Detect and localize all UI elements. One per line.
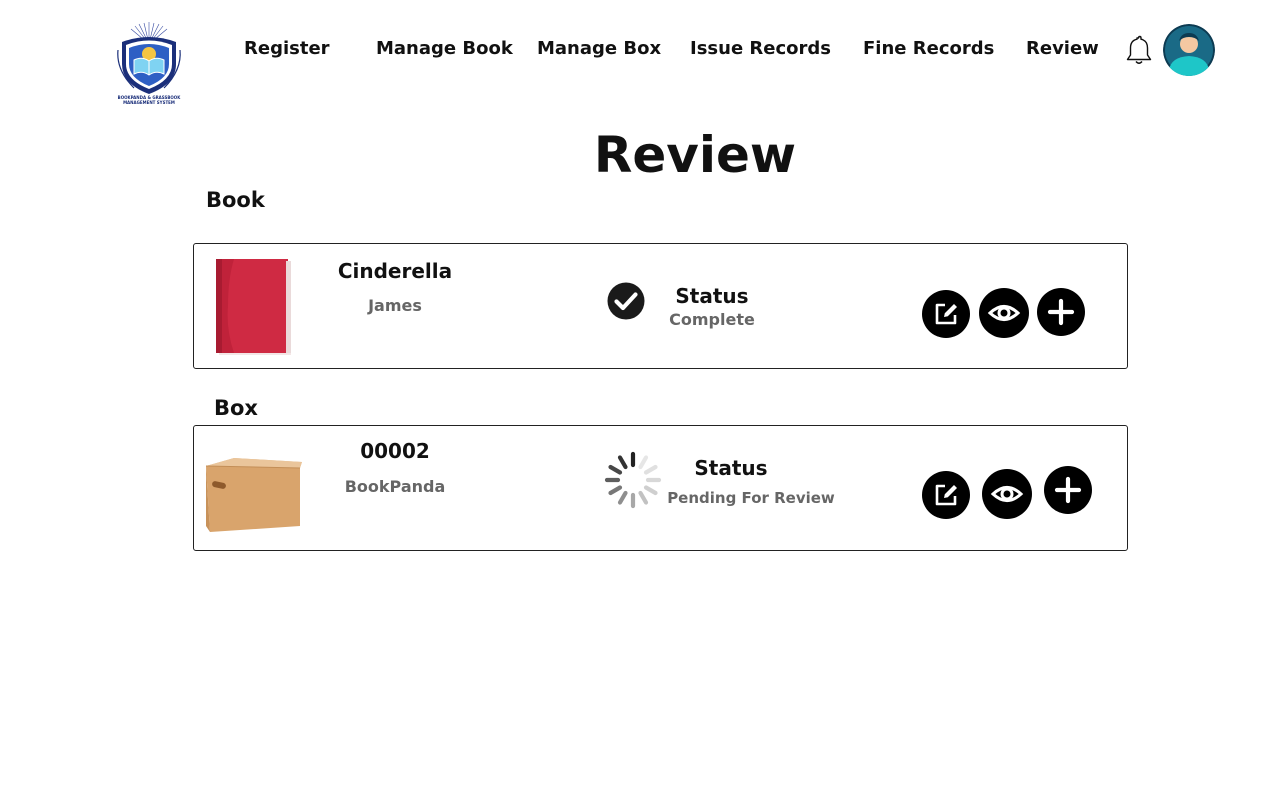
book-add-button[interactable]: [1037, 288, 1085, 336]
edit-icon: [935, 303, 957, 325]
book-edit-button[interactable]: [922, 290, 970, 338]
eye-icon: [987, 305, 1021, 321]
nav-manage-box[interactable]: Manage Box: [537, 37, 661, 61]
bell-icon[interactable]: [1125, 35, 1153, 67]
user-avatar[interactable]: [1163, 24, 1215, 76]
cardboard-box-image: [204, 456, 302, 538]
review-page: BOOKPANDA & GRASSBOOK MANAGEMENT SYSTEM …: [0, 0, 1280, 800]
app-logo[interactable]: BOOKPANDA & GRASSBOOK MANAGEMENT SYSTEM: [112, 20, 186, 108]
section-title-book: Book: [206, 188, 265, 212]
box-edit-button[interactable]: [922, 471, 970, 519]
book-author: James: [368, 296, 422, 315]
box-add-button[interactable]: [1044, 466, 1092, 514]
red-book-image: [216, 259, 294, 361]
book-review-card: Cinderella James Status Complete: [193, 243, 1128, 369]
book-status-label: Status: [675, 284, 749, 308]
section-title-box: Box: [214, 396, 258, 420]
book-status-value: Complete: [669, 310, 755, 329]
edit-icon: [935, 484, 957, 506]
plus-icon: [1054, 476, 1082, 504]
user-avatar-icon: [1163, 24, 1215, 76]
page-title: Review: [593, 126, 797, 184]
nav-manage-book[interactable]: Manage Book: [376, 37, 513, 61]
logo-caption-line2: MANAGEMENT SYSTEM: [123, 100, 175, 105]
shield-book-logo-icon: [117, 22, 181, 94]
box-review-card: 00002 BookPanda Status Pending For Revie…: [193, 425, 1128, 551]
box-status-value: Pending For Review: [667, 489, 835, 507]
eye-icon: [990, 486, 1024, 502]
plus-icon: [1047, 298, 1075, 326]
nav-issue-records[interactable]: Issue Records: [690, 37, 831, 61]
logo-caption: BOOKPANDA & GRASSBOOK MANAGEMENT SYSTEM: [112, 95, 186, 105]
box-owner: BookPanda: [344, 477, 446, 496]
box-status-label: Status: [694, 456, 768, 480]
nav-fine-records[interactable]: Fine Records: [863, 37, 994, 61]
box-id: 00002: [360, 439, 430, 463]
book-title: Cinderella: [337, 259, 453, 283]
box-view-button[interactable]: [982, 469, 1032, 519]
book-view-button[interactable]: [979, 288, 1029, 338]
nav-review[interactable]: Review: [1026, 37, 1099, 61]
nav-register[interactable]: Register: [244, 37, 330, 61]
